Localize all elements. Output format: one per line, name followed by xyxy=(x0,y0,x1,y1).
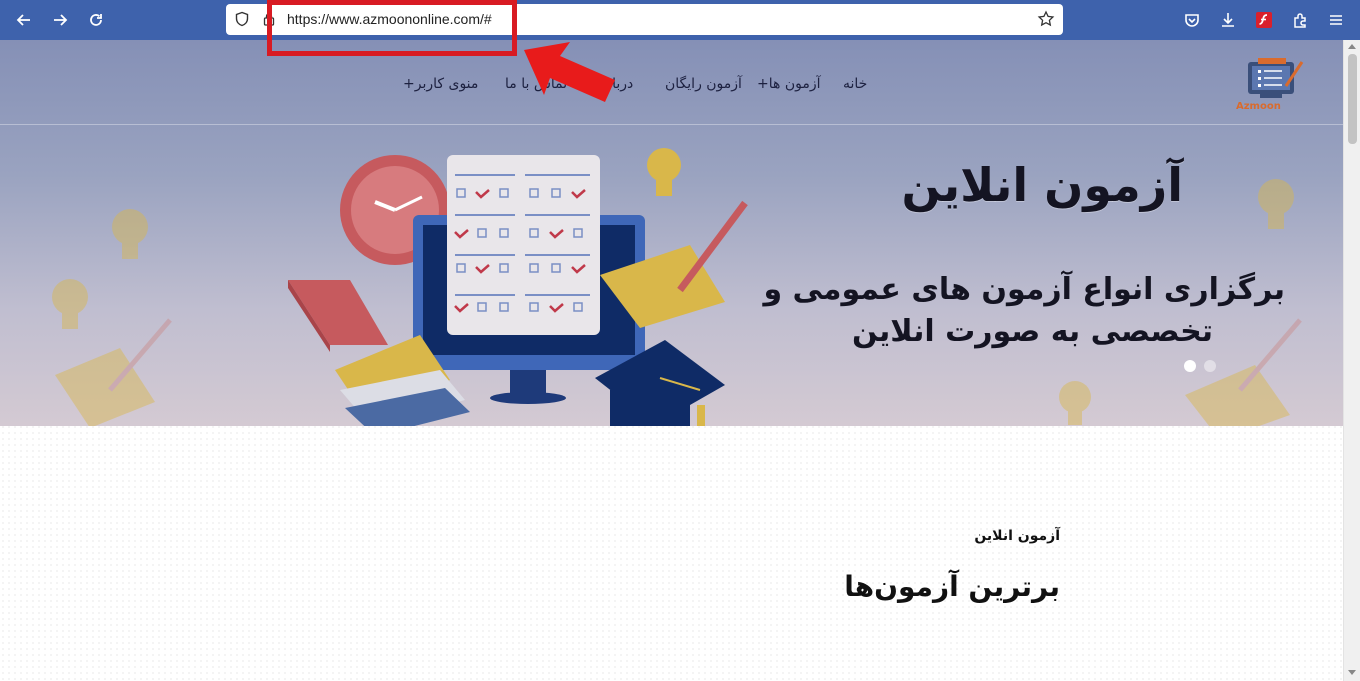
annotation-highlight-box xyxy=(267,0,517,56)
reload-icon[interactable] xyxy=(84,8,108,32)
nav-free-exam[interactable]: آزمون رایگان xyxy=(665,76,742,92)
annotation-arrow-icon xyxy=(524,42,615,102)
hero-slider: خانه آزمون ها+ آزمون رایگان درباره تماس … xyxy=(0,40,1343,426)
flash-icon[interactable] xyxy=(1252,8,1276,32)
section-title: برترین آزمون‌ها xyxy=(844,570,1060,603)
hero-subtitle-line2: تخصصی به صورت انلاین xyxy=(852,314,1213,349)
star-icon[interactable] xyxy=(1037,10,1055,28)
page-content: خانه آزمون ها+ آزمون رایگان درباره تماس … xyxy=(0,40,1343,681)
hero-title: آزمون انلاین xyxy=(901,158,1183,212)
download-icon[interactable] xyxy=(1216,8,1240,32)
slider-dot-2[interactable] xyxy=(1204,360,1216,372)
pocket-icon[interactable] xyxy=(1180,8,1204,32)
hero-subtitle-line1: برگزاری انواع آزمون های عمومی و xyxy=(763,272,1285,307)
scroll-thumb[interactable] xyxy=(1348,54,1357,144)
section-label: آزمون انلاین xyxy=(974,528,1060,544)
back-icon[interactable] xyxy=(12,8,36,32)
nav-home[interactable]: خانه xyxy=(843,76,867,92)
main-nav: خانه آزمون ها+ آزمون رایگان درباره تماس … xyxy=(0,40,1343,125)
scroll-down-arrow-icon[interactable] xyxy=(1348,670,1356,675)
scroll-up-arrow-icon[interactable] xyxy=(1348,44,1356,49)
shield-icon[interactable] xyxy=(234,11,250,27)
forward-icon[interactable] xyxy=(48,8,72,32)
logo-text: Azmoon xyxy=(1236,101,1281,112)
nav-user-menu[interactable]: منوی کاربر+ xyxy=(403,76,478,92)
browser-toolbar: https://www.azmoononline.com/# xyxy=(0,0,1360,40)
nav-exams[interactable]: آزمون ها+ xyxy=(757,76,821,92)
slider-dot-1[interactable] xyxy=(1184,360,1196,372)
menu-icon[interactable] xyxy=(1324,8,1348,32)
extensions-icon[interactable] xyxy=(1288,8,1312,32)
page-scrollbar[interactable] xyxy=(1343,40,1360,681)
